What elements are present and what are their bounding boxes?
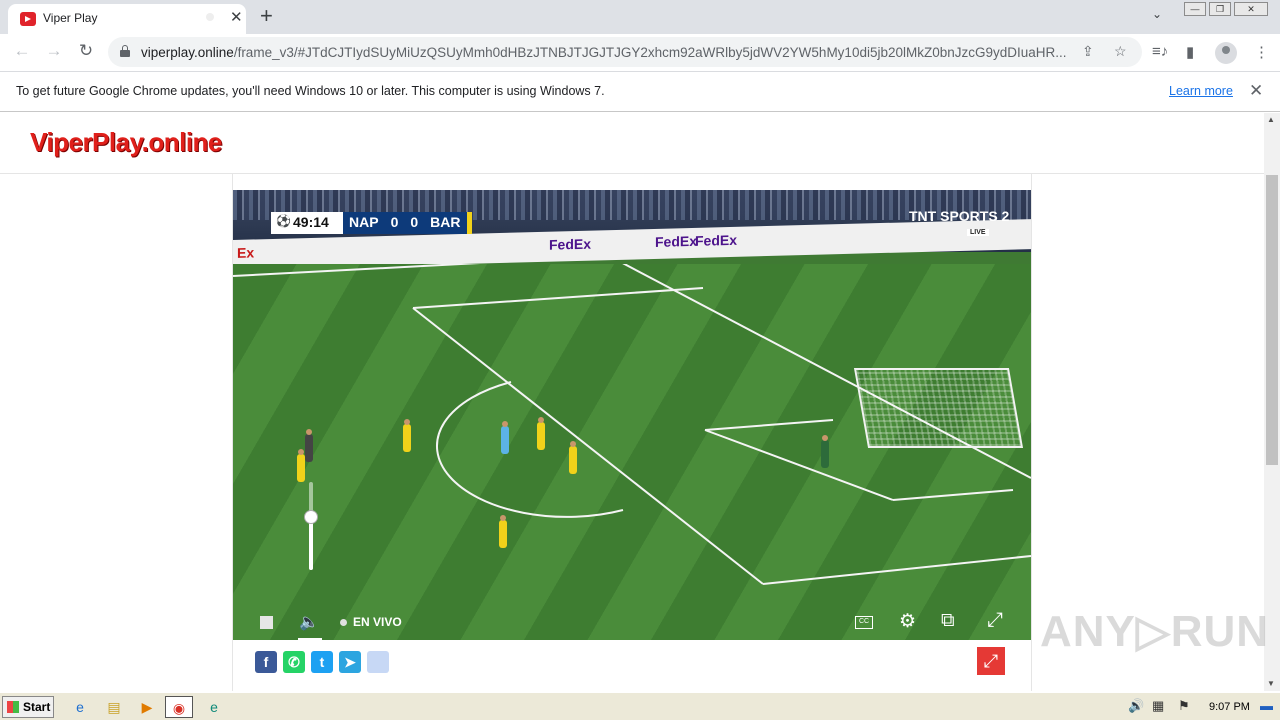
board-ad: Ex: [237, 244, 255, 261]
side-panel-icon[interactable]: ▮: [1186, 43, 1194, 61]
channel-logo: TNT SPORTS 2: [909, 208, 1010, 224]
player-controls: 🔈 EN VIVO CC ⚙ ⧉ ⤢: [233, 608, 1031, 640]
goal-net: [853, 368, 1024, 448]
fullscreen-icon[interactable]: ⤢: [987, 609, 1003, 632]
football-pitch: [233, 264, 1031, 640]
share-buttons: f ✆ t ➤: [255, 651, 389, 673]
new-tab-button[interactable]: +: [260, 3, 273, 29]
telegram-share-button[interactable]: ➤: [339, 651, 361, 673]
tab-audio-indicator-icon: [206, 13, 214, 21]
picture-in-picture-icon[interactable]: ⧉: [941, 610, 955, 632]
back-button-icon[interactable]: ←: [10, 41, 34, 61]
tab-close-icon[interactable]: ✕: [230, 8, 243, 26]
volume-fill: [309, 517, 313, 570]
site-header: ViperPlay.online: [0, 113, 1264, 174]
viperplay-favicon-icon: [20, 12, 36, 26]
scroll-down-icon[interactable]: ▼: [1267, 679, 1275, 688]
infobar-close-icon[interactable]: ✕: [1249, 81, 1263, 101]
reload-button-icon[interactable]: ↻: [74, 41, 98, 61]
channel-live-badge: LIVE: [967, 229, 989, 236]
edge-icon[interactable]: e: [200, 696, 228, 718]
update-infobar: To get future Google Chrome updates, you…: [0, 72, 1280, 112]
lock-icon[interactable]: [120, 45, 130, 57]
away-color-strip: [466, 212, 472, 234]
show-desktop-icon[interactable]: ▬: [1260, 698, 1273, 713]
player: [499, 515, 507, 548]
page-scrollbar[interactable]: ▲ ▼: [1264, 113, 1280, 691]
page-fullscreen-button[interactable]: ⤢: [977, 647, 1005, 675]
facebook-share-button[interactable]: f: [255, 651, 277, 673]
twitter-share-button[interactable]: t: [311, 651, 333, 673]
tab-strip: Viper Play ✕ + ⌄ — ❐ ✕: [0, 0, 1280, 34]
tab-search-icon[interactable]: ⌄: [1152, 7, 1162, 21]
volume-tray-icon[interactable]: 🔊: [1128, 698, 1144, 714]
address-bar[interactable]: viperplay.online/frame_v3/#JTdCJTIydSUyM…: [108, 37, 1142, 67]
share-page-icon[interactable]: ⇪: [1082, 43, 1094, 60]
home-team: NAP: [343, 212, 385, 234]
web-page: ViperPlay.online Ex FedEx FedEx FedEx ⚽ …: [0, 113, 1264, 691]
whatsapp-share-button[interactable]: ✆: [283, 651, 305, 673]
match-clock: 49:14: [271, 212, 343, 234]
anyrun-watermark: ANY▷RUN: [1040, 607, 1270, 656]
board-fedex: FedEx: [695, 231, 738, 249]
live-label: EN VIVO: [353, 615, 402, 629]
settings-gear-icon[interactable]: ⚙: [899, 610, 916, 633]
infobar-message: To get future Google Chrome updates, you…: [16, 84, 605, 98]
captions-button[interactable]: CC: [855, 616, 873, 629]
home-score: 0: [384, 212, 405, 234]
goalkeeper: [821, 435, 829, 468]
volume-slider[interactable]: [309, 482, 313, 570]
internet-explorer-icon[interactable]: e: [66, 696, 94, 718]
scroll-thumb[interactable]: [1266, 175, 1278, 465]
chrome-taskbar-icon[interactable]: ◉: [165, 696, 193, 718]
volume-active-indicator: [298, 638, 322, 640]
url-path: /frame_v3/#JTdCJTIydSUyMiUzQSUyMmh0dHBzJ…: [233, 45, 1067, 60]
url-host: viperplay.online: [141, 45, 234, 60]
profile-avatar-icon[interactable]: [1215, 42, 1237, 64]
more-share-button[interactable]: [367, 651, 389, 673]
speaker-icon[interactable]: 🔈: [299, 612, 319, 632]
bookmark-star-icon[interactable]: ☆: [1114, 43, 1127, 60]
system-clock[interactable]: 9:07 PM: [1209, 701, 1250, 713]
action-center-flag-icon[interactable]: ⚑: [1178, 698, 1190, 714]
away-team: BAR: [424, 212, 467, 234]
windows-taskbar: Start e ▤ ▶ ◉ e 🔊 ▦ ⚑ 9:07 PM ▬: [0, 692, 1280, 720]
away-score: 0: [404, 212, 425, 234]
site-logo[interactable]: ViperPlay.online: [30, 127, 222, 158]
media-player-icon[interactable]: ▶: [133, 696, 161, 718]
browser-toolbar: ← → ↻ viperplay.online/frame_v3/#JTdCJTI…: [0, 34, 1280, 72]
url-text[interactable]: viperplay.online/frame_v3/#JTdCJTIydSUyM…: [141, 45, 1071, 60]
pitch-lines: [233, 264, 1031, 585]
window-minimize-button[interactable]: —: [1184, 2, 1206, 16]
player: [569, 441, 577, 474]
referee: [305, 429, 313, 462]
board-fedex: FedEx: [549, 235, 592, 253]
video-player[interactable]: Ex FedEx FedEx FedEx ⚽ 49:14 NAP 0 0 BAR…: [233, 190, 1031, 640]
live-dot-icon: [340, 619, 347, 626]
start-button[interactable]: Start: [2, 696, 54, 718]
stop-button[interactable]: [260, 616, 273, 629]
scoreboard: 49:14 NAP 0 0 BAR: [271, 212, 472, 234]
file-explorer-icon[interactable]: ▤: [100, 696, 128, 718]
browser-tab[interactable]: Viper Play ✕: [8, 4, 246, 34]
player: [403, 419, 411, 452]
media-controls-icon[interactable]: ≡♪: [1152, 43, 1168, 60]
forward-button-icon[interactable]: →: [42, 41, 66, 61]
network-tray-icon[interactable]: ▦: [1152, 698, 1164, 714]
player: [537, 417, 545, 450]
learn-more-link[interactable]: Learn more: [1169, 84, 1233, 98]
player: [501, 421, 509, 454]
tab-title: Viper Play: [43, 11, 98, 25]
player: [297, 449, 305, 482]
chrome-menu-icon[interactable]: ⋮: [1254, 43, 1269, 61]
board-fedex: FedEx: [655, 232, 698, 250]
scroll-up-icon[interactable]: ▲: [1267, 115, 1275, 124]
window-close-button[interactable]: ✕: [1234, 2, 1268, 16]
window-restore-button[interactable]: ❐: [1209, 2, 1231, 16]
